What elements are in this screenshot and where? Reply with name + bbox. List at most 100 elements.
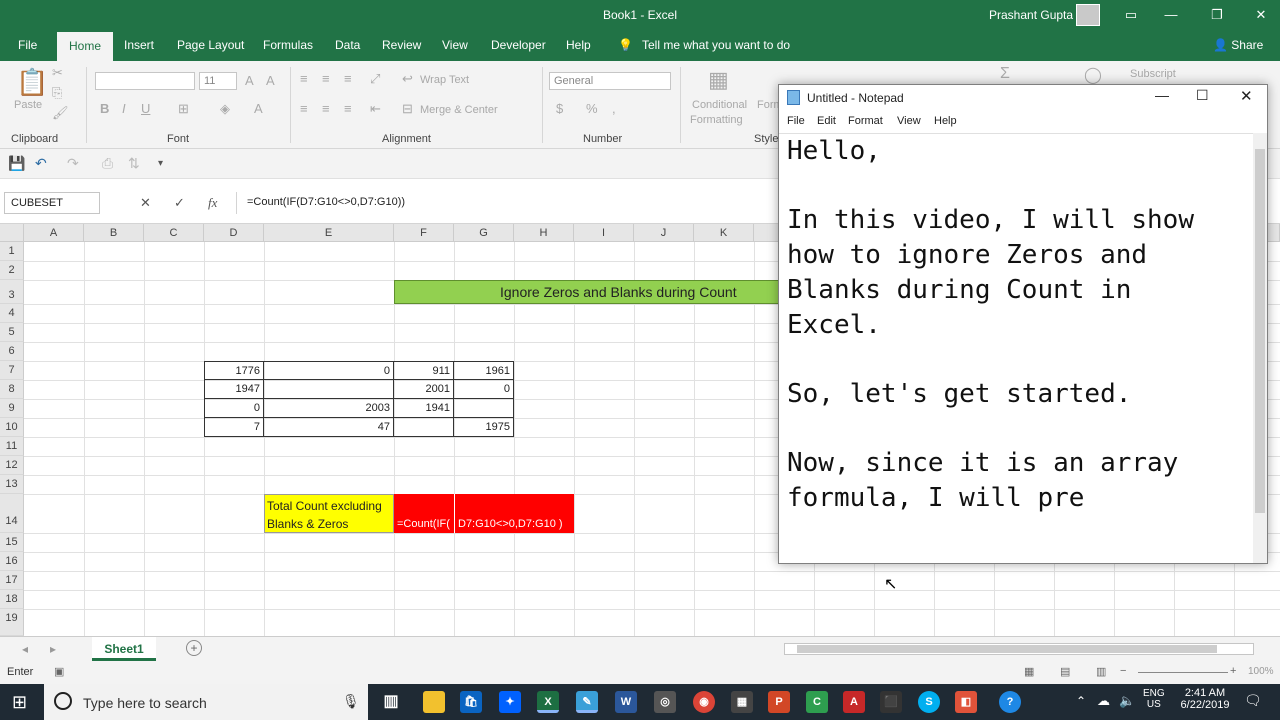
zoom-level[interactable]: 100% [1248, 666, 1274, 677]
orientation-icon[interactable]: ⤢ [370, 71, 380, 87]
column-header[interactable]: E [264, 224, 394, 242]
network-tool-icon[interactable]: ◎ [654, 691, 676, 713]
sheet-tab-sheet1[interactable]: Sheet1 [92, 637, 156, 661]
row-header[interactable]: 3 [0, 280, 24, 304]
copy-icon[interactable]: ⎘ [52, 85, 62, 101]
wrap-text-icon[interactable]: ↩ [402, 71, 413, 87]
paste-icon[interactable]: 📋 [16, 67, 48, 98]
windows-start-icon[interactable]: ⊞ [12, 692, 27, 713]
menu-edit[interactable]: Edit [817, 115, 836, 127]
row-header[interactable]: 5 [0, 323, 24, 342]
menu-help[interactable]: Help [934, 115, 957, 127]
align-top-icon[interactable]: ≡ [300, 71, 308, 86]
clock[interactable]: 2:41 AM 6/22/2019 [1176, 687, 1234, 711]
excel-taskbar-icon[interactable]: X [537, 691, 559, 713]
format-painter-icon[interactable]: 🖌 [52, 105, 69, 121]
table-cell[interactable]: 1975 [454, 418, 514, 437]
wrap-text-label[interactable]: Wrap Text [420, 74, 469, 86]
notepad-minimize-icon[interactable]: — [1155, 87, 1169, 103]
tab-review[interactable]: Review [382, 38, 421, 52]
prev-sheet-icon[interactable]: ◂ [22, 642, 28, 656]
row-header[interactable]: 1 [0, 242, 24, 261]
table-cell[interactable]: 0 [454, 380, 514, 399]
enter-icon[interactable]: ✓ [174, 195, 185, 211]
table-cell[interactable]: 0 [204, 399, 264, 418]
conditional-label[interactable]: Conditional [692, 99, 747, 111]
word-icon[interactable]: W [615, 691, 637, 713]
scrollbar-thumb[interactable] [797, 645, 1217, 653]
column-header[interactable]: A [24, 224, 84, 242]
row-header[interactable]: 18 [0, 590, 24, 609]
menu-format[interactable]: Format [848, 115, 883, 127]
select-all-corner[interactable] [0, 224, 24, 242]
notepad-vertical-scrollbar[interactable] [1253, 133, 1267, 563]
row-header[interactable]: 16 [0, 552, 24, 571]
row-header[interactable]: 15 [0, 533, 24, 552]
row-header[interactable]: 11 [0, 437, 24, 456]
next-sheet-icon[interactable]: ▸ [50, 642, 56, 656]
table-cell[interactable]: 1947 [204, 380, 264, 399]
shrink-font-icon[interactable]: A [266, 73, 275, 88]
table-cell[interactable] [394, 418, 454, 437]
column-header[interactable]: G [454, 224, 514, 242]
row-header[interactable]: 17 [0, 571, 24, 590]
tab-formulas[interactable]: Formulas [263, 38, 313, 52]
row-header[interactable]: 13 [0, 475, 24, 494]
column-header[interactable]: H [514, 224, 574, 242]
align-right-icon[interactable]: ≡ [344, 101, 352, 116]
redo-icon[interactable]: ↷ [67, 155, 79, 172]
table-cell[interactable] [264, 380, 394, 399]
label-cell[interactable]: Total Count excluding Blanks & Zeros [264, 494, 394, 533]
task-view-icon[interactable]: ▥ [380, 691, 402, 713]
row-header[interactable]: 2 [0, 261, 24, 280]
scrollbar-thumb[interactable] [1255, 149, 1265, 513]
macro-record-icon[interactable]: ▣ [54, 665, 64, 678]
underline-icon[interactable]: U [141, 101, 150, 116]
name-box[interactable]: CUBESET [4, 192, 100, 214]
font-color-icon[interactable]: A [254, 101, 263, 116]
page-layout-view-icon[interactable]: ▤ [1060, 665, 1070, 678]
percent-icon[interactable]: % [586, 101, 598, 116]
tab-view[interactable]: View [442, 38, 468, 52]
access-icon[interactable]: A [843, 691, 865, 713]
minimize-icon[interactable]: — [1158, 4, 1184, 26]
recorder-icon[interactable]: ◧ [955, 691, 977, 713]
taskbar-search[interactable]: Type here to search 🎙 [44, 684, 368, 720]
align-center-icon[interactable]: ≡ [322, 101, 330, 116]
table-cell[interactable]: 1941 [394, 399, 454, 418]
row-header[interactable]: 7 [0, 361, 24, 380]
insert-function-icon[interactable]: fx [208, 195, 217, 211]
chrome-icon[interactable]: ◉ [693, 691, 715, 713]
font-size-box[interactable]: 11 [199, 72, 237, 90]
banner-cell[interactable]: Ignore Zeros and Blanks during Count [394, 280, 794, 304]
row-header[interactable]: 9 [0, 399, 24, 418]
column-header[interactable]: I [574, 224, 634, 242]
font-name-box[interactable] [95, 72, 195, 90]
merge-center-label[interactable]: Merge & Center [420, 104, 498, 116]
normal-view-icon[interactable]: ▦ [1024, 665, 1034, 678]
column-header[interactable]: B [84, 224, 144, 242]
tab-help[interactable]: Help [566, 38, 591, 52]
column-header[interactable]: J [634, 224, 694, 242]
dropbox-icon[interactable]: ✦ [499, 691, 521, 713]
row-header[interactable]: 14 [0, 494, 24, 533]
table-cell[interactable]: 7 [204, 418, 264, 437]
notepad-maximize-icon[interactable]: ☐ [1196, 87, 1209, 104]
camtasia-icon[interactable]: C [806, 691, 828, 713]
store-icon[interactable]: 🛍 [460, 691, 482, 713]
row-header[interactable]: 8 [0, 380, 24, 399]
app-icon[interactable]: ⬛ [880, 691, 902, 713]
print-preview-icon[interactable]: ⎙ [102, 155, 113, 172]
notifications-icon[interactable]: 🗨 [1244, 692, 1262, 709]
fill-color-icon[interactable]: ◈ [220, 101, 230, 117]
tab-insert[interactable]: Insert [124, 38, 154, 52]
skype-icon[interactable]: S [918, 691, 940, 713]
bold-icon[interactable]: B [100, 101, 109, 116]
formula-cell-g14[interactable]: D7:G10<>0,D7:G10 ) [454, 494, 574, 533]
tab-developer[interactable]: Developer [491, 38, 546, 52]
table-cell[interactable] [454, 399, 514, 418]
column-header[interactable]: C [144, 224, 204, 242]
restore-icon[interactable]: ❐ [1204, 4, 1230, 26]
tab-home[interactable]: Home [57, 32, 114, 61]
close-icon[interactable]: ✕ [1248, 4, 1274, 26]
